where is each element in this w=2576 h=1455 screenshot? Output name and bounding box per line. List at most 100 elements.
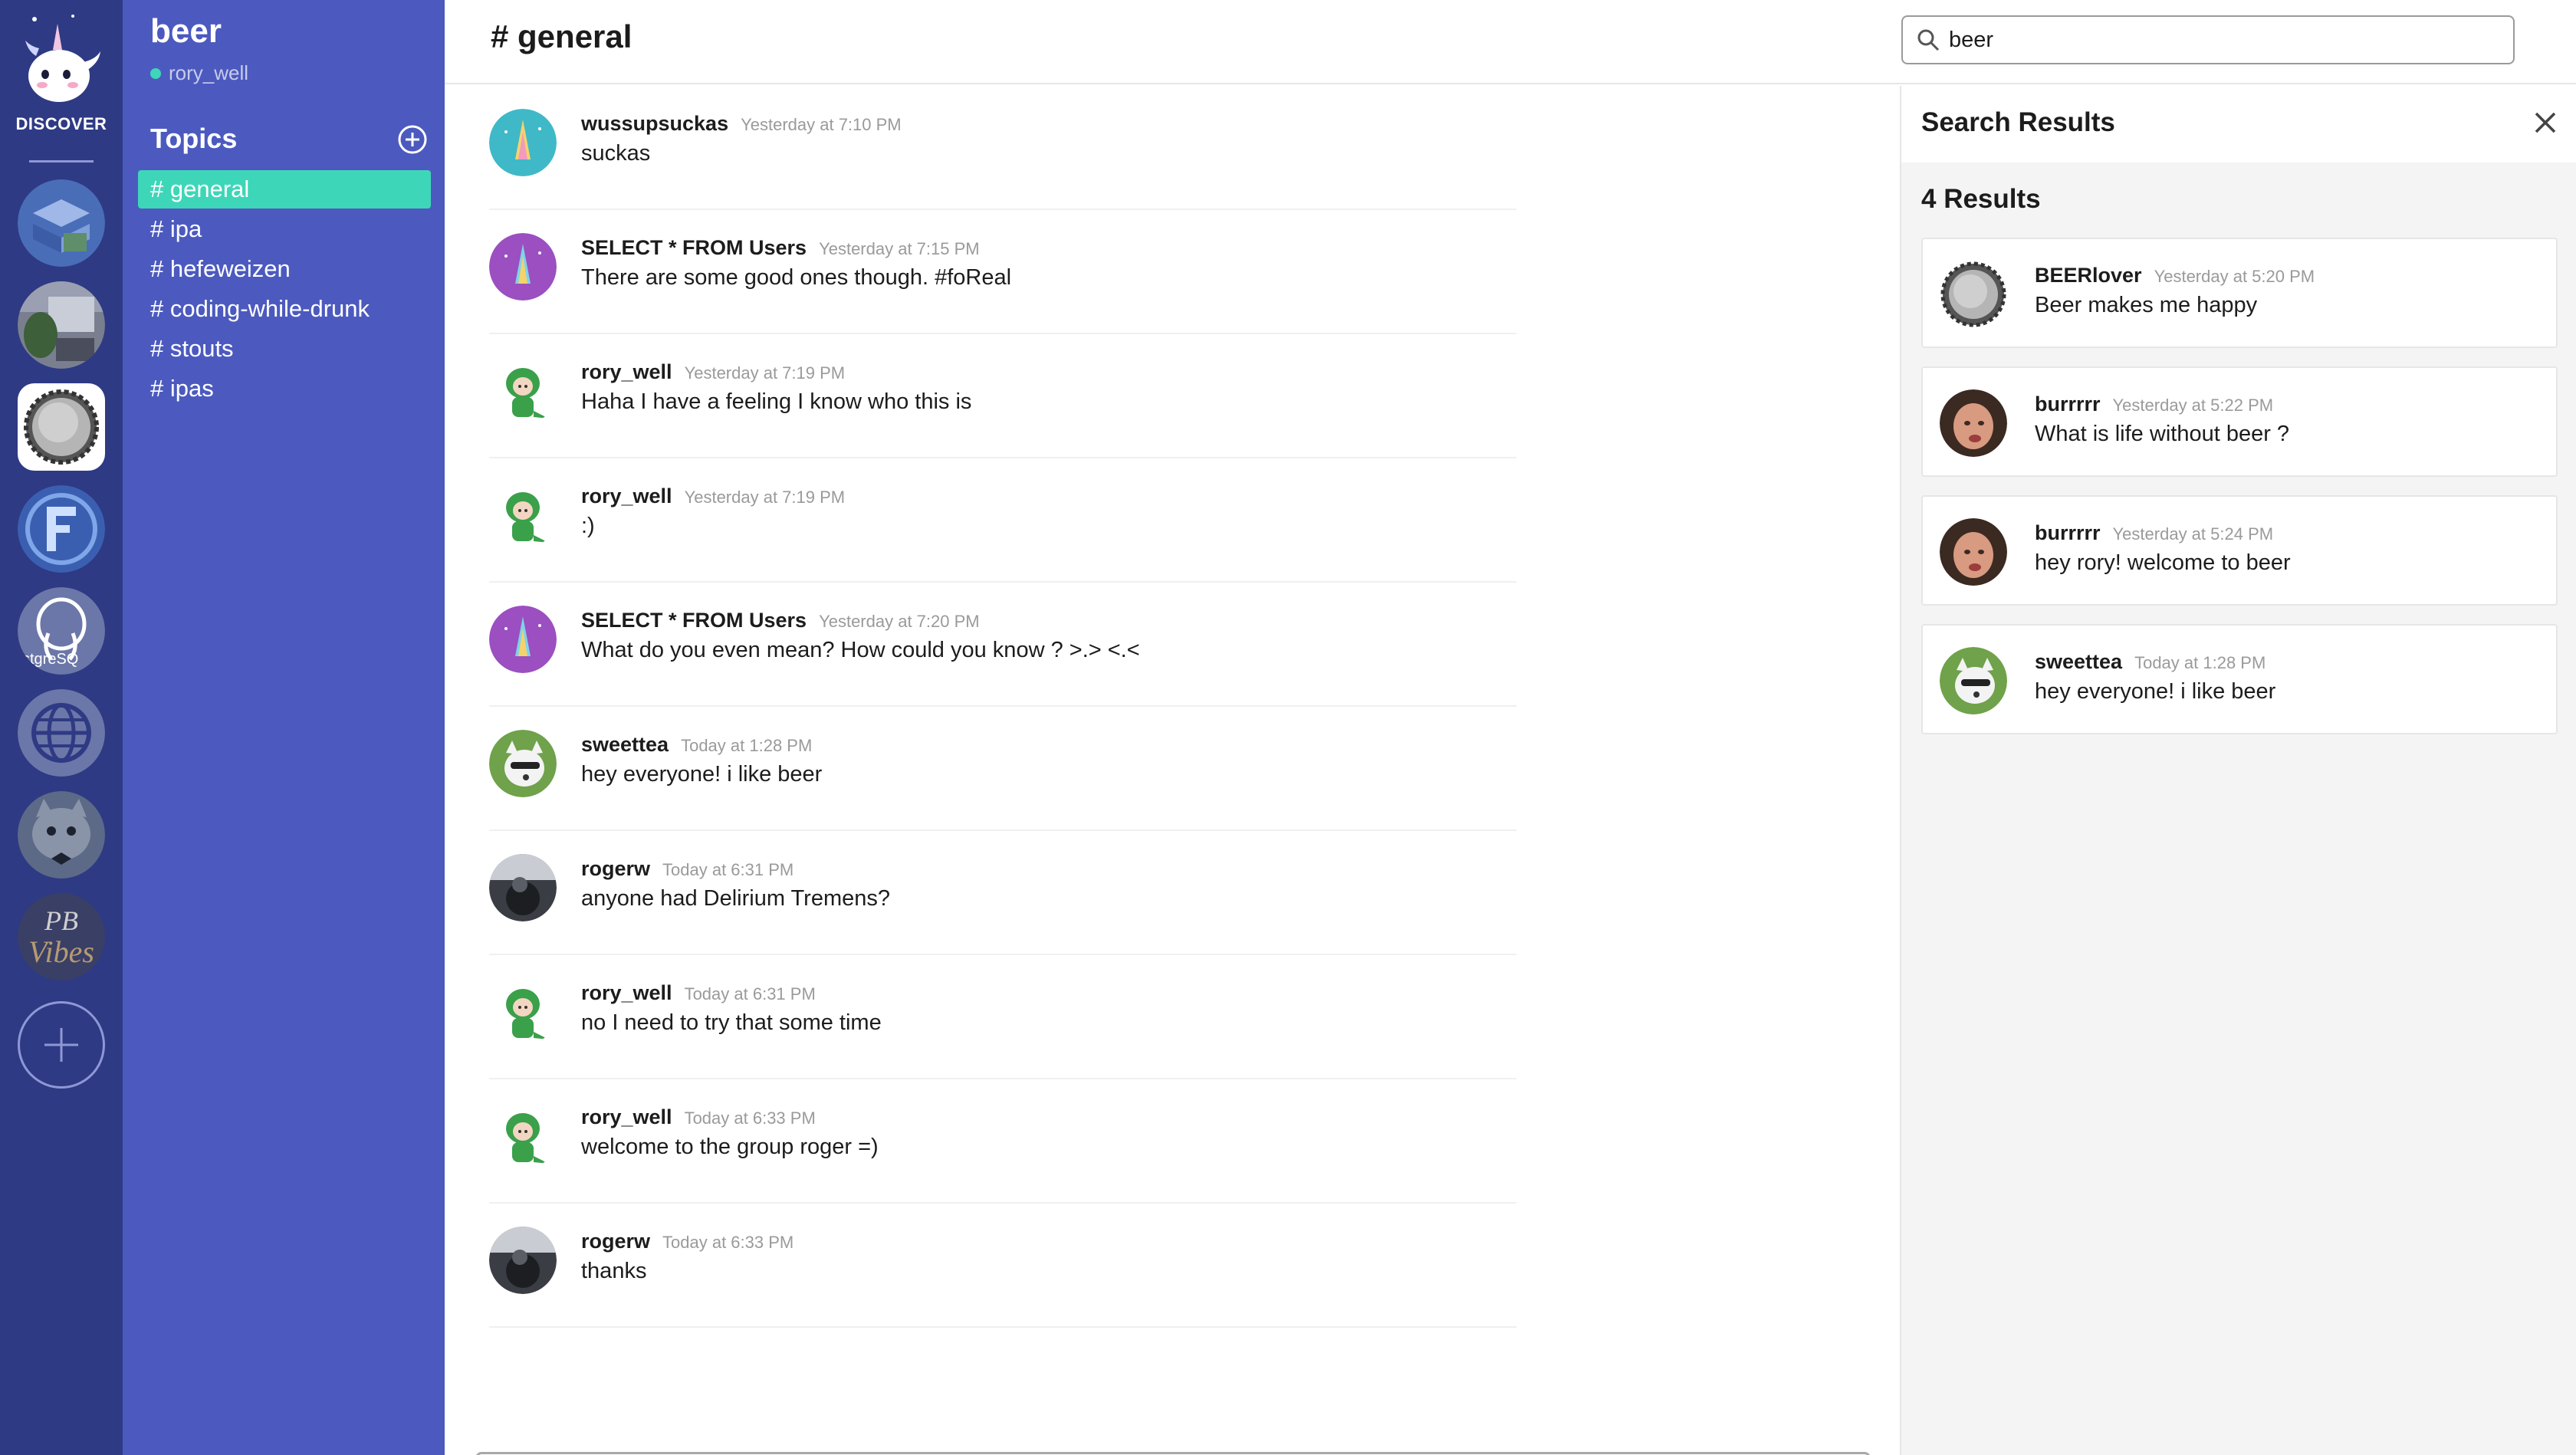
server-rail: DISCOVER stgreSQ PB Vibes xyxy=(0,0,123,1455)
channel-sidebar: beer rory_well Topics # general # ipa # … xyxy=(123,0,445,1455)
message-meta: rory_well Today at 6:33 PM xyxy=(581,1105,816,1129)
message-meta: rogerw Today at 6:31 PM xyxy=(581,857,794,881)
message-item: rory_well Today at 6:31 PM no I need to … xyxy=(489,955,1516,1079)
message-text: thanks xyxy=(581,1259,647,1283)
avatar-photo-dark[interactable] xyxy=(489,1227,557,1294)
message-item: rogerw Today at 6:33 PM thanks xyxy=(489,1204,1516,1328)
close-icon xyxy=(2535,112,2556,133)
channel-item-ipa[interactable]: # ipa xyxy=(138,210,431,248)
message-meta: rogerw Today at 6:33 PM xyxy=(581,1230,794,1253)
avatar-dino[interactable] xyxy=(489,978,557,1046)
avatar-dog[interactable] xyxy=(1940,647,2007,714)
search-input[interactable] xyxy=(1949,27,2486,53)
message-author[interactable]: SELECT * FROM Users xyxy=(581,236,807,260)
search-result-meta: BEERlover Yesterday at 5:20 PM xyxy=(2035,264,2315,287)
message-author[interactable]: wussupsuckas xyxy=(581,112,728,136)
avatar-dog[interactable] xyxy=(489,730,557,797)
avatar-dino[interactable] xyxy=(489,481,557,549)
search-result-item[interactable]: burrrrr Yesterday at 5:22 PM What is lif… xyxy=(1921,366,2558,477)
search-result-timestamp: Today at 1:28 PM xyxy=(2134,653,2266,672)
search-result-item[interactable]: burrrrr Yesterday at 5:24 PM hey rory! w… xyxy=(1921,495,2558,606)
message-composer-input[interactable] xyxy=(475,1452,1871,1455)
message-text: anyone had Delirium Tremens? xyxy=(581,886,890,911)
add-server-button[interactable] xyxy=(18,1001,105,1089)
avatar-photo-dark[interactable] xyxy=(489,854,557,921)
avatar-dino[interactable] xyxy=(489,1102,557,1170)
message-meta: wussupsuckas Yesterday at 7:10 PM xyxy=(581,112,902,136)
avatar-unicorn-teal[interactable] xyxy=(489,109,557,176)
search-result-meta: burrrrr Yesterday at 5:22 PM xyxy=(2035,392,2273,416)
channel-item-coding-while-drunk[interactable]: # coding-while-drunk xyxy=(138,290,431,328)
message-text: welcome to the group roger =) xyxy=(581,1135,879,1159)
server-f-logo[interactable] xyxy=(18,485,105,573)
search-result-timestamp: Yesterday at 5:24 PM xyxy=(2112,524,2274,544)
search-result-timestamp: Yesterday at 5:22 PM xyxy=(2112,396,2274,415)
server-desk-photo[interactable] xyxy=(18,281,105,369)
search-result-text: What is life without beer ? xyxy=(2035,422,2290,446)
message-item: sweettea Today at 1:28 PM hey everyone! … xyxy=(489,707,1516,831)
avatar-face[interactable] xyxy=(1940,389,2007,457)
search-box[interactable] xyxy=(1901,15,2515,64)
message-author[interactable]: rory_well xyxy=(581,484,672,508)
team-name[interactable]: beer xyxy=(150,12,222,51)
message-timestamp: Yesterday at 7:19 PM xyxy=(684,488,846,507)
message-author[interactable]: rory_well xyxy=(581,1105,672,1129)
server-postgresql[interactable]: stgreSQ xyxy=(18,587,105,675)
message-text: :) xyxy=(581,514,595,538)
search-result-text: Beer makes me happy xyxy=(2035,293,2258,317)
server-cat[interactable] xyxy=(18,791,105,879)
avatar-beer-cap[interactable] xyxy=(1940,261,2007,328)
message-item: rory_well Yesterday at 7:19 PM :) xyxy=(489,458,1516,583)
channel-item-general[interactable]: # general xyxy=(138,170,431,209)
search-result-author: burrrrr xyxy=(2035,392,2101,415)
server-beer-cap[interactable] xyxy=(18,383,105,471)
message-author[interactable]: rory_well xyxy=(581,360,672,384)
avatar-unicorn-purple[interactable] xyxy=(489,606,557,673)
topics-header: Topics xyxy=(150,123,238,154)
current-user-presence: rory_well xyxy=(150,61,248,85)
app-logo-unicorn-whale[interactable] xyxy=(17,8,106,111)
online-status-dot xyxy=(150,67,161,79)
circle-plus-icon xyxy=(398,125,427,154)
pb-vibes-logo-top: PB xyxy=(44,905,78,936)
message-author[interactable]: rory_well xyxy=(581,981,672,1005)
search-result-timestamp: Yesterday at 5:20 PM xyxy=(2154,267,2315,286)
search-result-item[interactable]: BEERlover Yesterday at 5:20 PM Beer make… xyxy=(1921,238,2558,348)
message-text: What do you even mean? How could you kno… xyxy=(581,638,1140,662)
search-result-item[interactable]: sweettea Today at 1:28 PM hey everyone! … xyxy=(1921,624,2558,734)
avatar-unicorn-purple[interactable] xyxy=(489,233,557,301)
add-topic-button[interactable] xyxy=(397,124,428,155)
message-author[interactable]: sweettea xyxy=(581,733,669,757)
search-results-count: 4 Results xyxy=(1921,184,2041,214)
message-meta: rory_well Yesterday at 7:19 PM xyxy=(581,360,845,384)
server-globe[interactable] xyxy=(18,689,105,777)
channel-item-stouts[interactable]: # stouts xyxy=(138,330,431,368)
search-result-text: hey everyone! i like beer xyxy=(2035,679,2276,704)
avatar-face[interactable] xyxy=(1940,518,2007,586)
message-meta: rory_well Yesterday at 7:19 PM xyxy=(581,484,845,508)
search-results-header: Search Results xyxy=(1901,84,2576,163)
message-item: rory_well Today at 6:33 PM welcome to th… xyxy=(489,1079,1516,1204)
message-timestamp: Today at 6:33 PM xyxy=(684,1108,816,1128)
message-text: no I need to try that some time xyxy=(581,1010,882,1035)
server-stacked-icon[interactable] xyxy=(18,179,105,267)
message-item: SELECT * FROM Users Yesterday at 7:15 PM… xyxy=(489,210,1516,334)
message-author[interactable]: SELECT * FROM Users xyxy=(581,609,807,632)
search-result-author: sweettea xyxy=(2035,650,2123,673)
chat-main: wussupsuckas Yesterday at 7:10 PM suckas… xyxy=(445,86,1901,1455)
search-result-author: BEERlover xyxy=(2035,264,2142,287)
rail-divider xyxy=(29,160,94,163)
message-timestamp: Today at 6:31 PM xyxy=(662,860,794,879)
message-author[interactable]: rogerw xyxy=(581,1230,650,1253)
avatar-dino[interactable] xyxy=(489,357,557,425)
message-item: wussupsuckas Yesterday at 7:10 PM suckas xyxy=(489,86,1516,210)
channel-item-ipas[interactable]: # ipas xyxy=(138,369,431,408)
server-pb-vibes[interactable]: PB Vibes xyxy=(18,893,105,980)
discover-label[interactable]: DISCOVER xyxy=(16,114,107,134)
message-timestamp: Today at 6:33 PM xyxy=(662,1233,794,1252)
message-author[interactable]: rogerw xyxy=(581,857,650,881)
message-timestamp: Today at 6:31 PM xyxy=(684,984,816,1003)
close-search-button[interactable] xyxy=(2532,109,2559,136)
pb-vibes-logo-bottom: Vibes xyxy=(28,934,94,969)
channel-item-hefeweizen[interactable]: # hefeweizen xyxy=(138,250,431,288)
